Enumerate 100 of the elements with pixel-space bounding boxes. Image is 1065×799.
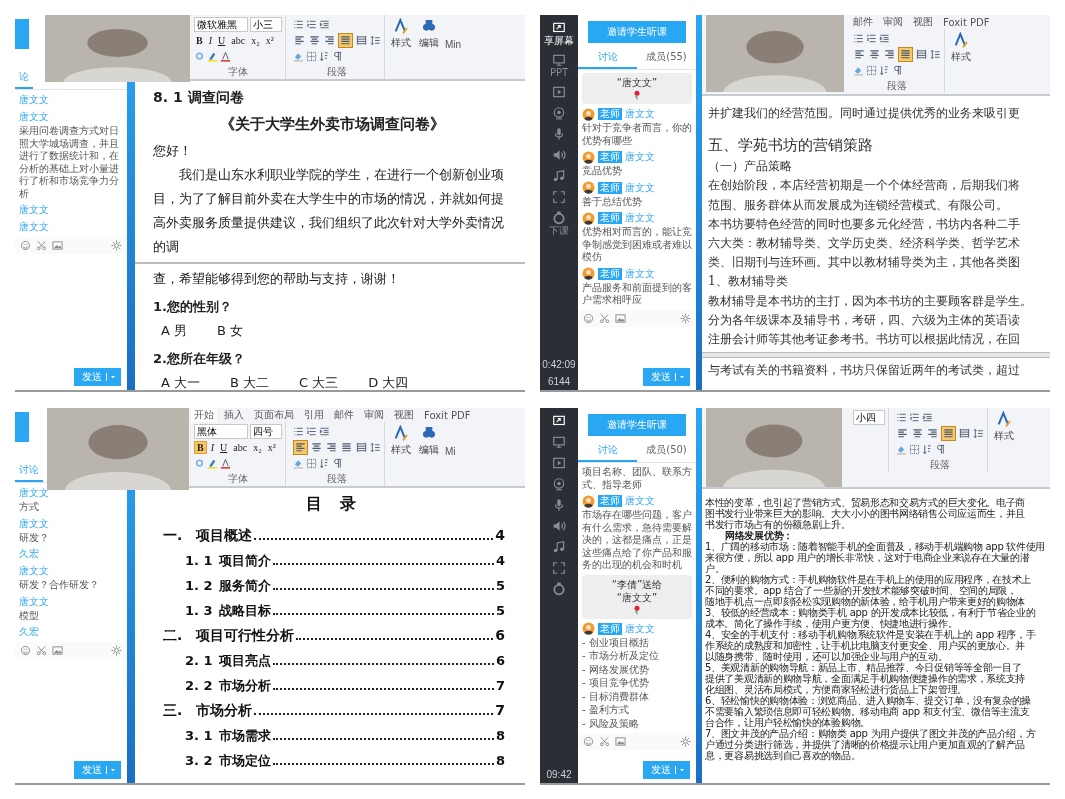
editing-button[interactable]: 编辑 <box>417 422 441 486</box>
font-size-field[interactable]: 小三 <box>250 16 282 32</box>
align-button[interactable] <box>941 425 956 441</box>
align-button[interactable] <box>958 426 971 440</box>
format-button[interactable]: B <box>194 440 207 454</box>
align-button[interactable] <box>293 439 308 455</box>
align-button[interactable] <box>355 440 368 454</box>
borders-icon[interactable] <box>306 50 317 62</box>
indent-icon[interactable] <box>319 425 330 437</box>
line-spacing-icon[interactable] <box>930 48 941 60</box>
settings-icon[interactable] <box>680 312 691 324</box>
format-button[interactable]: x² <box>263 34 276 46</box>
nav-button[interactable]: 下课 <box>540 209 578 238</box>
chat-tab[interactable]: 成员(55) <box>637 47 696 69</box>
editing-button[interactable]: 编辑 <box>417 15 441 79</box>
bullet-list-icon[interactable] <box>293 425 304 437</box>
font-size-field[interactable]: 小四 <box>853 409 885 425</box>
ribbon-tab[interactable]: Foxit PDF <box>421 409 474 421</box>
align-button[interactable] <box>338 32 353 48</box>
align-button[interactable] <box>340 440 353 454</box>
format-button[interactable]: x² <box>265 441 278 453</box>
ribbon-tab[interactable]: 审阅 <box>880 15 906 29</box>
format-button[interactable]: x₂ <box>249 34 262 46</box>
numbered-list-icon[interactable] <box>306 18 317 30</box>
align-button[interactable] <box>926 426 939 440</box>
format-button[interactable]: B <box>194 34 205 46</box>
settings-icon[interactable] <box>680 736 691 747</box>
format-button[interactable]: abc <box>231 441 250 453</box>
font-name-field[interactable]: 黑体 <box>194 423 248 439</box>
nav-button[interactable]: 享屏幕 <box>540 19 578 48</box>
highlighter-icon[interactable] <box>207 50 218 62</box>
sort-icon[interactable] <box>879 64 890 76</box>
align-button[interactable] <box>883 47 896 61</box>
emoji-icon[interactable] <box>583 312 594 324</box>
pilcrow-icon[interactable] <box>332 50 343 62</box>
ribbon-tab[interactable]: 页面布局 <box>251 408 297 422</box>
ribbon-tab[interactable]: 视图 <box>391 408 417 422</box>
numbered-list-icon[interactable] <box>866 32 877 44</box>
line-spacing-icon[interactable] <box>370 34 381 46</box>
line-spacing-icon[interactable] <box>370 441 381 453</box>
pilcrow-icon[interactable] <box>332 457 343 469</box>
font-color-icon[interactable] <box>220 457 231 469</box>
borders-icon[interactable] <box>306 457 317 469</box>
align-button[interactable] <box>308 33 321 47</box>
ribbon-tab[interactable]: 邮件 <box>331 408 357 422</box>
align-button[interactable] <box>293 33 306 47</box>
emoji-icon[interactable] <box>20 645 31 656</box>
ribbon-tab[interactable]: Foxit PDF <box>940 16 993 28</box>
format-button[interactable]: U <box>216 34 228 46</box>
styles-button[interactable]: 样式 <box>992 408 1016 472</box>
styles-button[interactable]: 样式 <box>389 422 413 486</box>
scissors-icon[interactable] <box>36 240 47 251</box>
indent-icon[interactable] <box>319 18 330 30</box>
emoji-icon[interactable] <box>20 240 31 251</box>
styles-button[interactable]: 样式 <box>389 15 413 79</box>
font-name-field[interactable]: 微软雅黑 <box>194 16 248 32</box>
image-icon[interactable] <box>52 240 63 251</box>
align-button[interactable] <box>911 426 924 440</box>
format-button[interactable]: I <box>206 34 214 46</box>
ribbon-tab[interactable]: 审阅 <box>361 408 387 422</box>
bullet-list-icon[interactable] <box>853 32 864 44</box>
pilcrow-icon[interactable] <box>892 64 903 76</box>
align-button[interactable] <box>310 440 323 454</box>
ribbon-tab[interactable]: 开始 <box>191 408 217 422</box>
align-button[interactable] <box>898 46 913 62</box>
pilcrow-icon[interactable] <box>935 443 946 455</box>
format-button[interactable]: U <box>218 441 230 453</box>
align-button[interactable] <box>853 47 866 61</box>
numbered-list-icon[interactable] <box>909 411 920 423</box>
image-icon[interactable] <box>615 312 626 324</box>
emoji-icon[interactable] <box>583 736 594 747</box>
align-button[interactable] <box>323 33 336 47</box>
scissors-icon[interactable] <box>36 645 47 656</box>
bullet-list-icon[interactable] <box>293 18 304 30</box>
font-size-field[interactable]: 四号 <box>250 423 282 439</box>
scissors-icon[interactable] <box>599 312 610 324</box>
align-button[interactable] <box>355 33 368 47</box>
align-button[interactable] <box>325 440 338 454</box>
indent-icon[interactable] <box>922 411 933 423</box>
scissors-icon[interactable] <box>599 736 610 747</box>
bullet-list-icon[interactable] <box>896 411 907 423</box>
align-button[interactable] <box>915 47 928 61</box>
ribbon-tab[interactable]: 邮件 <box>850 15 876 29</box>
nav-button[interactable]: PPT <box>540 51 578 80</box>
ribbon-tab[interactable]: 引用 <box>301 408 327 422</box>
format-button[interactable]: x₂ <box>251 441 264 453</box>
format-button[interactable]: I <box>208 441 216 453</box>
font-color-icon[interactable] <box>220 50 231 62</box>
sort-icon[interactable] <box>922 443 933 455</box>
chat-tab[interactable]: 成员(50) <box>637 440 696 462</box>
numbered-list-icon[interactable] <box>306 425 317 437</box>
indent-icon[interactable] <box>879 32 890 44</box>
ribbon-tab[interactable]: 插入 <box>221 408 247 422</box>
align-button[interactable] <box>896 426 909 440</box>
line-spacing-icon[interactable] <box>973 427 984 439</box>
ribbon-tab[interactable]: 视图 <box>910 15 936 29</box>
borders-icon[interactable] <box>909 443 920 455</box>
borders-icon[interactable] <box>866 64 877 76</box>
image-icon[interactable] <box>52 645 63 656</box>
align-button[interactable] <box>868 47 881 61</box>
